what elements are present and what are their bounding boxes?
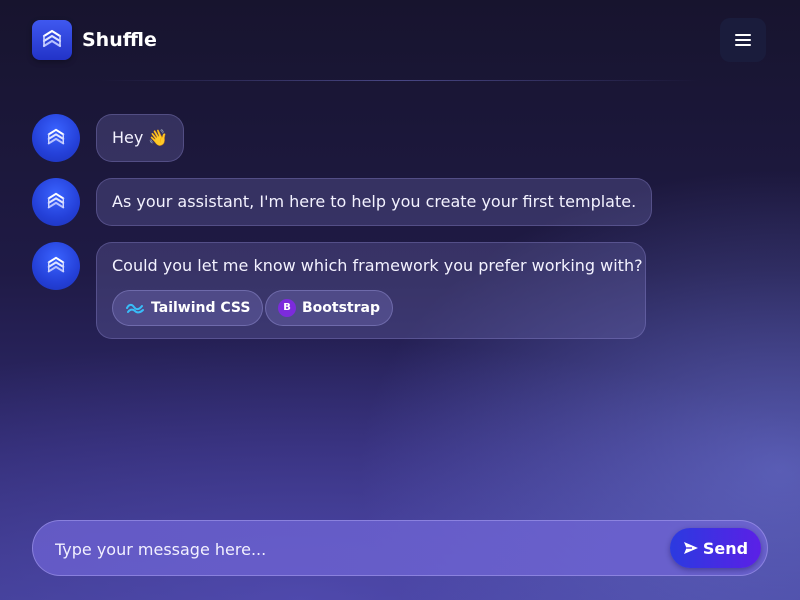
assistant-avatar: [32, 242, 80, 290]
message-text: Could you let me know which framework yo…: [112, 256, 643, 275]
message-bubble: Could you let me know which framework yo…: [96, 242, 646, 339]
option-tailwind-css-button[interactable]: Tailwind CSS: [112, 290, 264, 326]
message-input[interactable]: [55, 529, 655, 569]
message-bubble: As your assistant, I'm here to help you …: [96, 178, 653, 226]
assistant-avatar: [32, 114, 80, 162]
app-name: Shuffle: [82, 29, 157, 51]
message-bubble: Hey 👋: [96, 114, 185, 162]
bootstrap-badge: B: [278, 299, 296, 317]
send-button[interactable]: Send: [670, 528, 761, 568]
option-bootstrap-button[interactable]: B Bootstrap: [265, 290, 393, 326]
hamburger-menu-icon: [735, 34, 751, 46]
tailwind-logo-icon: [125, 302, 145, 314]
app-header: Shuffle: [0, 0, 800, 80]
shuffle-logo-icon: [47, 128, 65, 145]
menu-button[interactable]: [720, 18, 766, 62]
shuffle-logo-icon: [32, 20, 72, 60]
shuffle-logo-icon: [47, 192, 65, 209]
message-composer: Send: [32, 520, 768, 576]
option-label: Tailwind CSS: [151, 300, 251, 316]
header-divider: [100, 80, 700, 81]
assistant-avatar: [32, 178, 80, 226]
send-label: Send: [702, 538, 749, 558]
bootstrap-logo-icon: B: [278, 299, 296, 317]
paper-plane-icon: [683, 541, 699, 555]
shuffle-logo-icon: [47, 256, 65, 273]
option-label: Bootstrap: [302, 300, 380, 316]
